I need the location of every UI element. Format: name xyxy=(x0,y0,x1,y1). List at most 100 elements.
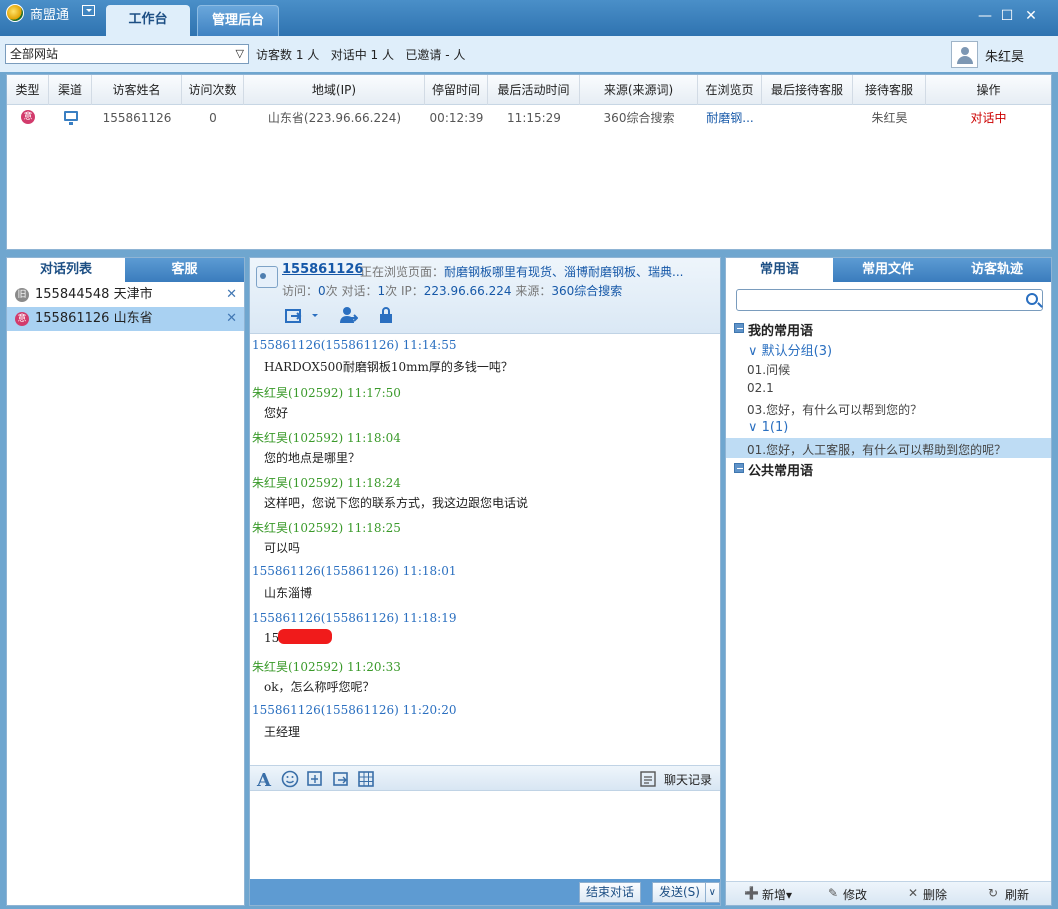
col-region[interactable]: 地域(IP) xyxy=(244,75,425,105)
message-body: 可以吗 xyxy=(264,541,301,555)
cell-page-link[interactable]: 耐磨钢... xyxy=(698,105,762,131)
source-label: 来源： xyxy=(511,284,552,298)
chevron-down-icon: ∨ xyxy=(748,344,762,359)
font-icon[interactable]: A xyxy=(256,770,274,788)
chat-history-button[interactable]: 聊天记录 xyxy=(664,771,712,788)
tab-workbench[interactable]: 工作台 xyxy=(106,5,190,36)
phrase-item[interactable]: 02.1 xyxy=(747,381,774,395)
redaction-mark xyxy=(278,629,332,644)
chevron-down-icon: ∨ xyxy=(748,420,762,435)
col-type[interactable]: 类型 xyxy=(7,75,49,105)
col-channel[interactable]: 渠道 xyxy=(49,75,92,105)
browsing-page-link[interactable]: 耐磨钢板哪里有现货、淄博耐磨钢板、瑞典... xyxy=(444,265,683,279)
tree-my-phrases[interactable]: 我的常用语 xyxy=(734,320,813,339)
cell-agent: 朱红昊 xyxy=(871,111,908,125)
close-button[interactable]: ✕ xyxy=(1022,8,1040,26)
chevron-down-icon[interactable] xyxy=(310,306,320,324)
tree-group-1[interactable]: ∨ 1(1) xyxy=(748,420,788,435)
tab-files[interactable]: 常用文件 xyxy=(833,258,943,282)
search-input[interactable] xyxy=(736,289,1043,311)
col-page[interactable]: 在浏览页 xyxy=(698,75,762,105)
conversation-label: 155844548 天津市 xyxy=(35,287,153,302)
chats-count: 1 xyxy=(377,284,386,298)
tab-visitor-track[interactable]: 访客轨迹 xyxy=(943,258,1051,282)
emoji-icon[interactable] xyxy=(281,770,299,788)
col-last-active[interactable]: 最后活动时间 xyxy=(488,75,580,105)
cell-stay: 00:12:39 xyxy=(429,111,484,125)
col-name[interactable]: 访客姓名 xyxy=(92,75,182,105)
minimize-button[interactable]: — xyxy=(976,8,994,26)
col-source[interactable]: 来源(来源词) xyxy=(580,75,698,105)
cell-action-link[interactable]: 对话中 xyxy=(926,105,1051,131)
send-button-label: 发送(S) xyxy=(659,885,700,899)
visitor-ip: 223.96.66.224 xyxy=(423,284,512,298)
message-body: 15 xyxy=(264,631,280,645)
chat-footer: 结束对话 发送(S) ∨ xyxy=(250,879,720,905)
list-item[interactable]: 意 155861126 山东省 ✕ xyxy=(7,307,244,331)
returning-visitor-icon: 旧 xyxy=(15,288,29,302)
phrase-item[interactable]: 01.您好，人工客服，有什么可以帮助到您的呢？ xyxy=(747,441,1006,458)
message-body: ok，怎么称呼您呢？ xyxy=(264,680,375,694)
tree-public-phrases[interactable]: 公共常用语 xyxy=(734,460,813,479)
history-icon[interactable] xyxy=(640,771,656,787)
svg-text:A: A xyxy=(256,770,272,788)
message-header: 155861126(155861126) 11:18:01 xyxy=(252,564,457,578)
transfer-icon[interactable] xyxy=(284,306,304,324)
invite-agent-icon[interactable] xyxy=(338,306,358,324)
tab-phrases[interactable]: 常用语 xyxy=(726,258,833,282)
app-name: 商盟通 xyxy=(30,8,70,23)
calculator-icon[interactable] xyxy=(357,770,375,788)
site-select-value: 全部网站 xyxy=(10,47,59,61)
cell-visits: 0 xyxy=(209,111,217,125)
avatar[interactable] xyxy=(951,41,978,68)
site-select[interactable]: 全部网站 ▽ xyxy=(5,44,249,64)
col-agent[interactable]: 接待客服 xyxy=(853,75,926,105)
col-stay[interactable]: 停留时间 xyxy=(425,75,488,105)
end-chat-button[interactable]: 结束对话 xyxy=(579,882,642,903)
conversation-label: 155861126 山东省 xyxy=(35,311,153,326)
chat-visitor-link[interactable]: 155861126 xyxy=(282,262,363,277)
col-last-agent[interactable]: 最后接待客服 xyxy=(762,75,853,105)
tab-conversation-list[interactable]: 对话列表 xyxy=(7,258,125,282)
tab-admin[interactable]: 管理后台 xyxy=(197,5,279,36)
delete-icon: ✕ xyxy=(908,886,919,900)
message-body: 您好 xyxy=(264,406,289,420)
delete-button[interactable]: 删除 xyxy=(923,886,947,903)
col-action[interactable]: 操作 xyxy=(926,75,1051,105)
send-button[interactable]: 发送(S) ∨ xyxy=(652,882,720,903)
edit-icon: ✎ xyxy=(828,886,839,900)
message-input[interactable] xyxy=(250,791,720,879)
collapse-icon[interactable] xyxy=(734,463,744,473)
send-file-icon[interactable] xyxy=(332,770,350,788)
list-item[interactable]: 旧 155844548 天津市 ✕ xyxy=(7,283,244,307)
message-body: 这样吧，您说下您的联系方式，我这边跟您电话说 xyxy=(264,496,529,510)
chevron-down-icon: ▽ xyxy=(235,47,244,60)
search-icon[interactable] xyxy=(1026,293,1038,305)
phrase-item[interactable]: 01.问候 xyxy=(747,361,790,378)
message-body: 王经理 xyxy=(264,725,301,739)
app-menu-button[interactable] xyxy=(82,5,95,16)
chats-unit: 次 IP： xyxy=(385,284,424,298)
close-icon[interactable]: ✕ xyxy=(226,307,237,331)
lock-icon[interactable] xyxy=(376,306,396,324)
phrase-item[interactable]: 03.您好，有什么可以帮到您的？ xyxy=(747,401,922,418)
collapse-icon[interactable] xyxy=(734,323,744,333)
table-row[interactable]: 155861126 xyxy=(92,105,182,131)
screenshot-icon[interactable] xyxy=(306,770,324,788)
message-header: 朱红昊(102592) 11:20:33 xyxy=(252,660,401,674)
col-visits[interactable]: 访问次数 xyxy=(182,75,244,105)
chevron-down-icon[interactable]: ∨ xyxy=(704,883,716,902)
user-name: 朱红昊 xyxy=(985,50,1025,65)
tree-group-default[interactable]: ∨ 默认分组(3) xyxy=(748,340,832,359)
message-body: 您的地点是哪里？ xyxy=(264,451,361,465)
add-button[interactable]: 新增▾ xyxy=(762,886,792,903)
message-header: 朱红昊(102592) 11:17:50 xyxy=(252,386,401,400)
message-header: 朱红昊(102592) 11:18:24 xyxy=(252,476,401,490)
cell-last-agent xyxy=(762,105,853,131)
tab-service[interactable]: 客服 xyxy=(125,258,244,282)
close-icon[interactable]: ✕ xyxy=(226,283,237,307)
maximize-button[interactable]: ☐ xyxy=(998,8,1016,26)
visitor-meta: 访问：0次 对话：1次 IP：223.96.66.224 来源：360综合搜索 xyxy=(282,282,622,299)
refresh-button[interactable]: 刷新 xyxy=(1005,886,1029,903)
edit-button[interactable]: 修改 xyxy=(843,886,867,903)
